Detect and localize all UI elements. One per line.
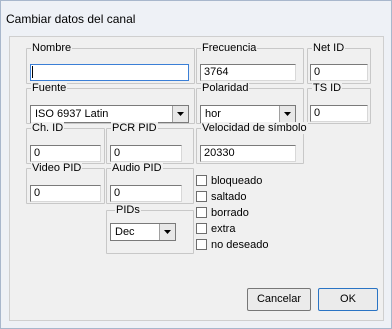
chevron-down-icon: [164, 230, 171, 234]
cancel-button[interactable]: Cancelar: [247, 288, 311, 311]
chevron-down-icon: [284, 112, 291, 116]
checkbox-extra[interactable]: extra: [196, 222, 235, 235]
polaridad-select[interactable]: hor: [200, 105, 296, 123]
velocidad-label: Velocidad de símbolo: [201, 122, 308, 134]
frecuencia-input[interactable]: 3764: [200, 64, 296, 81]
audio-pid-input[interactable]: 0: [110, 185, 182, 202]
window-title: Cambiar datos del canal: [6, 12, 136, 26]
nombre-input[interactable]: [30, 64, 189, 81]
checkbox-label: extra: [211, 222, 236, 235]
audio-pid-label: Audio PID: [111, 162, 163, 174]
pcr-pid-label: PCR PID: [111, 122, 158, 134]
video-pid-label: Video PID: [31, 162, 83, 174]
ch-id-label: Ch. ID: [31, 122, 65, 134]
video-pid-input[interactable]: 0: [30, 185, 101, 202]
checkbox-bloqueado[interactable]: bloqueado: [196, 174, 262, 187]
checkbox-label: no deseado: [211, 238, 269, 251]
chevron-down-icon: [177, 112, 184, 116]
checkbox-box[interactable]: [196, 223, 207, 234]
title-bar[interactable]: Cambiar datos del canal: [1, 1, 391, 35]
dialog-body: Nombre Frecuencia 3764 Net ID 0 Fuente I…: [9, 36, 384, 321]
checkbox-box[interactable]: [196, 239, 207, 250]
polaridad-value: hor: [205, 108, 221, 120]
pids-dropdown-button[interactable]: [159, 224, 175, 240]
checkbox-no-deseado[interactable]: no deseado: [196, 238, 269, 251]
frecuencia-label: Frecuencia: [201, 42, 258, 54]
ok-button[interactable]: OK: [318, 288, 378, 311]
fuente-dropdown-button[interactable]: [172, 106, 188, 122]
checkbox-label: bloqueado: [211, 174, 263, 187]
checkbox-label: borrado: [211, 206, 249, 219]
nombre-label: Nombre: [31, 42, 73, 54]
ts-id-label: TS ID: [312, 82, 343, 94]
ts-id-input[interactable]: 0: [310, 105, 368, 122]
pids-select[interactable]: Dec: [110, 223, 176, 241]
fuente-value: ISO 6937 Latin: [35, 108, 109, 120]
pids-label: PIDs: [115, 204, 141, 216]
checkbox-borrado[interactable]: borrado: [196, 206, 249, 219]
checkbox-saltado[interactable]: saltado: [196, 190, 246, 203]
checkbox-box[interactable]: [196, 175, 207, 186]
net-id-label: Net ID: [312, 42, 346, 54]
ch-id-input[interactable]: 0: [30, 145, 101, 162]
pids-value: Dec: [115, 226, 135, 238]
text-caret: [32, 66, 33, 79]
checkbox-box[interactable]: [196, 207, 207, 218]
dialog-window: Cambiar datos del canal Nombre Frecuenci…: [0, 0, 392, 329]
net-id-input[interactable]: 0: [310, 64, 368, 81]
fuente-label: Fuente: [31, 82, 68, 94]
polaridad-dropdown-button[interactable]: [279, 106, 295, 122]
checkbox-box[interactable]: [196, 191, 207, 202]
pcr-pid-input[interactable]: 0: [110, 145, 182, 162]
checkbox-label: saltado: [211, 190, 247, 203]
velocidad-input[interactable]: 20330: [200, 145, 296, 162]
polaridad-label: Polaridad: [201, 82, 250, 94]
fuente-select[interactable]: ISO 6937 Latin: [30, 105, 189, 123]
